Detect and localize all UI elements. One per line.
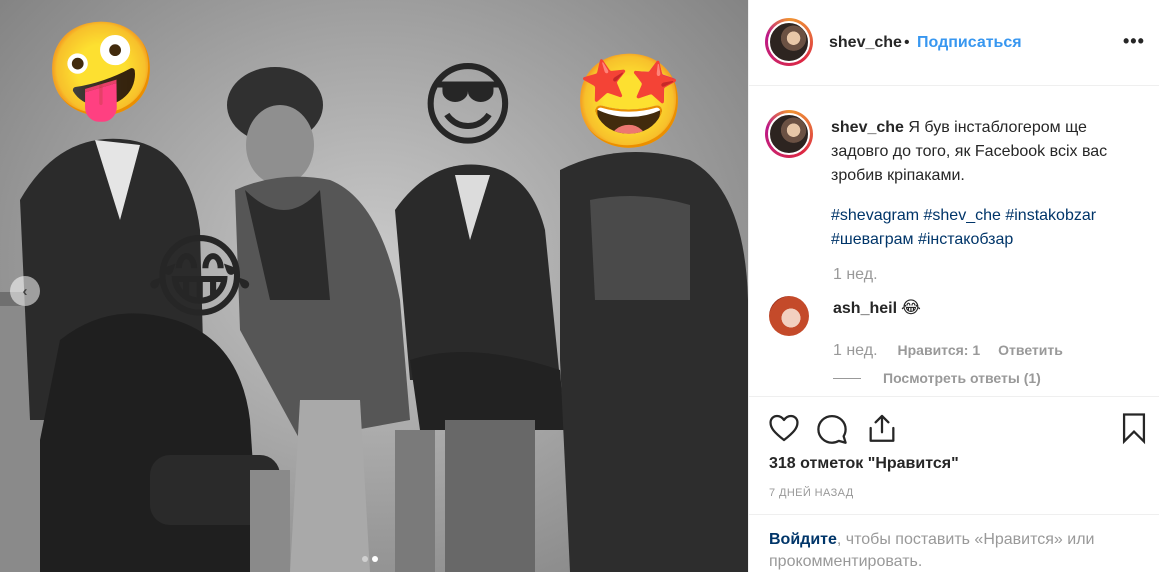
hashtag-link[interactable]: #інстакобзар <box>918 231 1013 248</box>
carousel-dot-2-active <box>372 556 378 562</box>
commenter-username[interactable]: ash_heil <box>833 300 897 318</box>
caption: shev_che Я був інстаблогером ще задовго … <box>831 116 1131 188</box>
post-side-panel: shev_che • Подписаться ••• shev_che Я бу… <box>748 0 1159 572</box>
heart-icon[interactable] <box>767 411 801 445</box>
login-link[interactable]: Войдите <box>769 531 837 548</box>
author-avatar[interactable] <box>765 18 813 66</box>
author-avatar-image <box>768 21 810 63</box>
carousel-dot-1 <box>362 556 368 562</box>
replies-divider <box>833 377 861 379</box>
author-username[interactable]: shev_che <box>829 34 902 52</box>
caption-hashtags: #shevagram #shev_che #instakobzar #шеваг… <box>831 204 1131 252</box>
follow-button[interactable]: Подписаться <box>917 34 1022 52</box>
hashtag-link[interactable]: #instakobzar <box>1005 207 1096 224</box>
hashtag-link[interactable]: #shevagram <box>831 207 919 224</box>
post-photo[interactable]: 🤪 😎 🤩 😂 ‹ <box>0 0 748 572</box>
view-replies-button[interactable]: Посмотреть ответы (1) <box>833 370 1041 386</box>
carousel-indicator <box>362 556 378 562</box>
hashtag-link[interactable]: #shev_che <box>924 207 1001 224</box>
comment-likes-link[interactable]: Нравится: 1 <box>898 342 981 358</box>
view-replies-label: Посмотреть ответы (1) <box>883 370 1041 386</box>
carousel-prev-button[interactable]: ‹ <box>10 276 40 306</box>
header-separator: • <box>904 34 910 51</box>
laughing-tears-emoji: 😂 <box>146 227 254 329</box>
post-header: shev_che • Подписаться ••• <box>749 0 1159 86</box>
post-date[interactable]: 7 ДНЕЙ НАЗАД <box>769 487 854 499</box>
likes-count[interactable]: 318 отметок "Нравится" <box>769 455 959 473</box>
login-prompt-text: Войдите, чтобы поставить «Нравится» или … <box>769 529 1149 572</box>
caption-timestamp: 1 нед. <box>833 266 878 283</box>
comment-reply-button[interactable]: Ответить <box>998 342 1063 358</box>
comment-icon[interactable] <box>815 411 849 445</box>
comment-text: 😂 <box>901 298 921 317</box>
caption-avatar[interactable] <box>765 110 813 158</box>
login-prompt: Войдите, чтобы поставить «Нравится» или … <box>749 514 1159 572</box>
more-options-icon[interactable]: ••• <box>1123 31 1145 52</box>
share-icon[interactable] <box>865 411 899 445</box>
comment-timestamp: 1 нед. <box>833 342 878 359</box>
comment-meta: 1 нед. Нравится: 1 Ответить <box>833 342 1063 360</box>
caption-avatar-image <box>768 113 810 155</box>
commenter-avatar[interactable] <box>769 296 809 336</box>
chevron-left-icon: ‹ <box>22 282 28 300</box>
wacky-face-emoji: 🤪 <box>44 19 159 121</box>
hashtag-link[interactable]: #шеваграм <box>831 231 913 248</box>
post-actions: 318 отметок "Нравится" 7 ДНЕЙ НАЗАД <box>749 396 1159 514</box>
caption-username[interactable]: shev_che <box>831 119 904 136</box>
comments-section: shev_che Я був інстаблогером ще задовго … <box>749 86 1159 396</box>
sunglasses-face-emoji: 😎 <box>420 55 516 157</box>
bookmark-icon[interactable] <box>1117 411 1151 445</box>
star-struck-emoji: 🤩 <box>572 51 687 153</box>
